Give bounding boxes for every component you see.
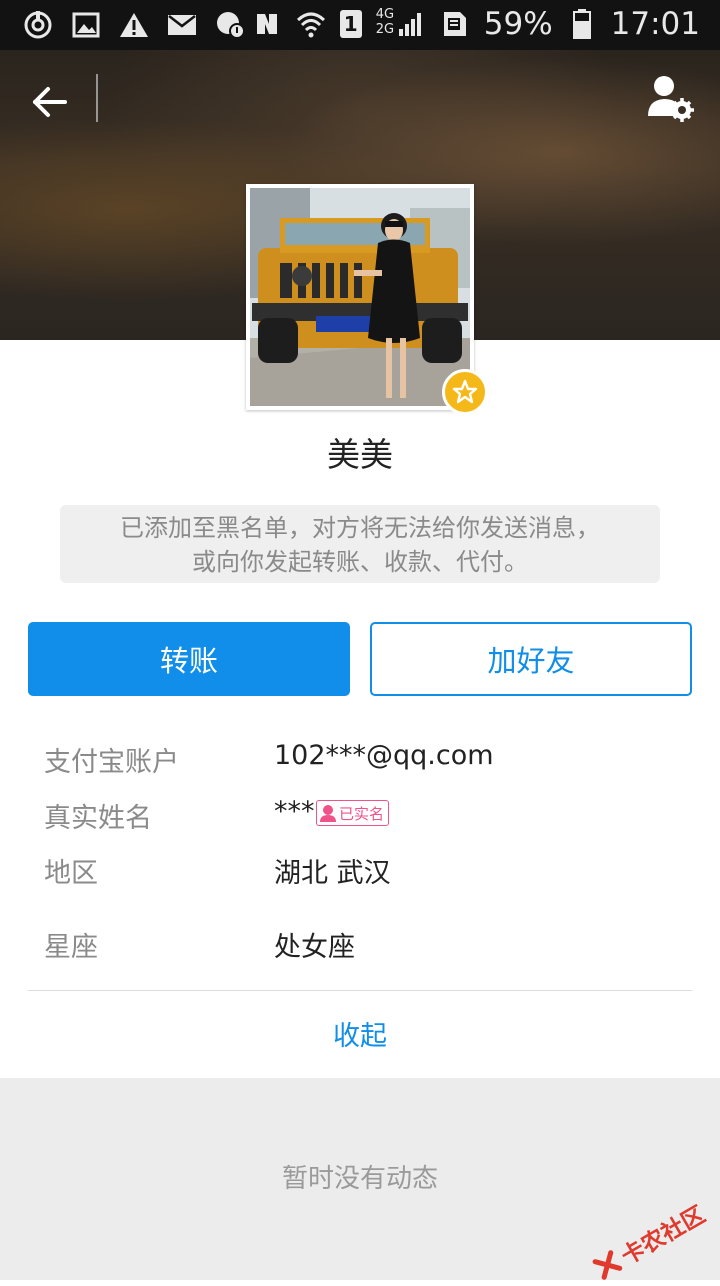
- watermark: 卡农社区: [588, 1196, 711, 1286]
- verified-badge: 已实名: [316, 800, 390, 826]
- realname-value: ***: [274, 796, 315, 827]
- verified-badge-text: 已实名: [339, 804, 385, 823]
- region-label: 地区: [44, 858, 98, 889]
- chat-icon: [214, 9, 246, 41]
- status-bar: 1 4G 2G 59% 17:01: [0, 0, 720, 50]
- avatar-photo: [250, 188, 470, 406]
- feed-empty-text: 暂时没有动态: [281, 1164, 438, 1194]
- storage-icon: [440, 9, 470, 39]
- notice-line-2: 或向你发起转账、收款、代付。: [192, 548, 528, 576]
- header-divider: [96, 74, 98, 122]
- realname-label: 真实姓名: [44, 803, 152, 834]
- user-settings-icon: [648, 76, 694, 122]
- region-value: 湖北 武汉: [274, 858, 391, 889]
- avatar[interactable]: [246, 184, 474, 410]
- zodiac-label: 星座: [44, 932, 98, 963]
- profile-settings-button[interactable]: [646, 72, 696, 126]
- battery-percent: 59%: [483, 6, 553, 42]
- network-type-top: 4G: [375, 7, 395, 22]
- warning-icon: [118, 9, 150, 41]
- blacklist-notice: 已添加至黑名单，对方将无法给你发送消息， 或向你发起转账、收款、代付。: [60, 505, 660, 583]
- mail-icon: [166, 9, 198, 41]
- sim-icon: 1: [339, 10, 362, 38]
- section-divider: [28, 990, 692, 991]
- profile-name: 美美: [327, 435, 393, 474]
- back-arrow-icon: [33, 87, 67, 117]
- add-friend-button[interactable]: 加好友: [370, 622, 692, 696]
- star-badge: [442, 369, 488, 415]
- watermark-text: 卡农社区: [617, 1201, 710, 1271]
- account-value: 102***@qq.com: [274, 740, 494, 771]
- star-icon: [452, 379, 478, 404]
- collapse-button[interactable]: 收起: [0, 1014, 720, 1053]
- sync-icon: [22, 9, 54, 41]
- network-type-bottom: 2G: [375, 22, 395, 37]
- battery-icon: [567, 9, 597, 39]
- back-button[interactable]: [26, 78, 74, 126]
- clock: 17:01: [610, 6, 700, 42]
- transfer-button[interactable]: 转账: [28, 622, 350, 696]
- feed-section: 暂时没有动态 卡农社区: [0, 1078, 720, 1280]
- account-label: 支付宝账户: [44, 747, 179, 778]
- wifi-icon: [296, 9, 326, 39]
- gallery-icon: [70, 9, 102, 41]
- zodiac-value: 处女座: [274, 932, 355, 963]
- nfc-icon: [252, 9, 282, 39]
- signal-icon: 4G 2G: [375, 7, 426, 39]
- verified-user-icon: [320, 805, 336, 822]
- notice-line-1: 已添加至黑名单，对方将无法给你发送消息，: [120, 514, 600, 542]
